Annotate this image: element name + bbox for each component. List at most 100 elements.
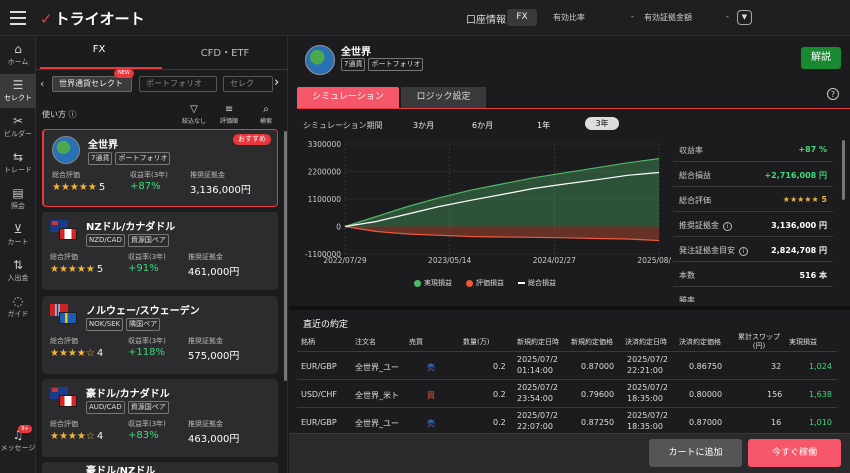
product-name: ノルウェー/スウェーデン <box>86 306 200 317</box>
star-rating: ★★★★★ 5 <box>52 182 106 193</box>
period-3y[interactable]: 3年 <box>585 117 619 130</box>
stat-row: 推奨証拠金 i 3,136,000 円 <box>673 213 833 237</box>
stat-row: 総合損益 +2,716,008 円 <box>673 163 833 187</box>
nav-transfer[interactable]: ⇅ 入出金 <box>0 258 36 283</box>
howto-link[interactable]: 使い方 ⓘ <box>42 109 77 120</box>
product-card[interactable]: ノルウェー/スウェーデン NOK/SEK 隣国ペア 総合評価 収益率(3年) 推奨… <box>42 296 278 374</box>
info-icon[interactable]: i <box>723 222 732 231</box>
legend-item: 評価損益 <box>466 278 504 288</box>
message-count-badge: 9+ <box>18 425 32 433</box>
chevron-right-icon[interactable]: › <box>274 75 279 90</box>
table-row[interactable]: EUR/GBP 全世界_ユー 売 0.2 2025/07/2 22:07:00 … <box>297 409 837 436</box>
rating-label: 総合評価 <box>52 171 80 179</box>
subtab-select[interactable]: セレク <box>223 76 273 92</box>
tab-fx[interactable]: FX <box>36 44 162 55</box>
margin-value: 463,000円 <box>188 434 240 445</box>
flag-nok-sek-icon <box>50 304 78 326</box>
account-type-badge[interactable]: FX <box>507 9 537 26</box>
margin-label: 推奨証拠金 <box>188 420 223 428</box>
product-tag: AUD/CAD <box>86 401 125 414</box>
chevron-down-icon[interactable]: ▼ <box>737 10 752 25</box>
product-card[interactable]: NZドル/カナダドル NZD/CAD 資源国ペア 総合評価 収益率(3年) 推奨証… <box>42 212 278 290</box>
y-tick-label: 1100000 <box>308 195 342 204</box>
legend-item: 総合損益 <box>518 278 556 288</box>
table-row[interactable]: USD/CHF 全世界_米ト 買 0.2 2025/07/2 23:54:00 … <box>297 381 837 408</box>
product-card[interactable]: 豪ドル/NZドル <box>42 462 278 473</box>
chevron-left-icon[interactable]: ‹ <box>40 77 44 90</box>
nav-trade[interactable]: ⇆ トレード <box>0 150 36 175</box>
recent-trades-title: 直近の約定 <box>303 320 349 330</box>
product-tag: NZD/CAD <box>86 234 125 247</box>
left-nav: ⌂ ホーム ☰ セレクト ✂ ビルダー ⇆ トレード ▤ 照会 ⊻ カート ⇅ 入出金 ◌ ガイ… <box>0 36 36 473</box>
stat-row: 収益率 +87 % <box>673 138 833 162</box>
nav-home[interactable]: ⌂ ホーム <box>0 42 36 67</box>
return-label: 収益率(3年) <box>128 337 166 345</box>
filter-icon: ▽ <box>190 104 198 115</box>
product-detail-panel: 全世界 7通貨 ポートフォリオ 解説 シミュレーション ロジック設定 ? シミュレ… <box>289 36 850 473</box>
x-tick-label: 2024/02/27 <box>533 256 576 265</box>
margin-amount-label: 有効証拠金額 <box>644 13 692 22</box>
recommend-badge: おすすめ <box>233 134 271 145</box>
subtab-world-currency-select[interactable]: 世界通貨セレクト <box>52 76 132 92</box>
scrollbar[interactable] <box>284 131 287 381</box>
period-3m[interactable]: 3か月 <box>413 120 434 131</box>
rating-label: 総合評価 <box>50 253 78 261</box>
subtab-portfolio[interactable]: ポートフォリオ <box>139 76 217 92</box>
pnl-chart: 3300000220000011000000-11000002022/07/29… <box>305 140 671 265</box>
margin-value: 3,136,000円 <box>190 185 251 196</box>
tab-cfd-etf[interactable]: CFD・ETF <box>162 44 288 59</box>
x-tick-label: 2023/05/14 <box>428 256 471 265</box>
y-tick-label: 3300000 <box>308 140 342 149</box>
star-rating: ★★★★☆ 4 <box>50 431 104 442</box>
margin-amount-value: - <box>726 12 729 21</box>
info-icon[interactable]: i <box>739 247 748 256</box>
search-icon: ⌕ <box>263 104 269 115</box>
help-icon[interactable]: ? <box>827 88 839 100</box>
nav-cart[interactable]: ⊻ カート <box>0 222 36 247</box>
search-button[interactable]: ⌕ 検索 <box>260 104 272 125</box>
product-card[interactable]: おすすめ 全世界 7通貨 ポートフォリオ 総合評価 収益率(3年) 推奨証拠金 ★… <box>42 129 278 207</box>
account-info-label: 口座情報 <box>466 15 506 26</box>
start-now-button[interactable]: 今すぐ稼働 <box>748 439 841 467</box>
product-name: NZドル/カナダドル <box>86 222 176 233</box>
table-row[interactable]: EUR/GBP 全世界_ユー 売 0.2 2025/07/2 01:14:00 … <box>297 353 837 380</box>
logo[interactable]: ✓ トライオート <box>40 8 145 29</box>
nav-select[interactable]: ☰ セレクト <box>0 74 36 108</box>
return-value: +87% <box>130 181 161 192</box>
hamburger-menu-icon[interactable] <box>10 11 26 25</box>
add-to-cart-button[interactable]: カートに追加 <box>649 439 742 467</box>
margin-value: 575,000円 <box>188 351 240 362</box>
top-bar: ✓ トライオート 口座情報 FX 有効比率 - 有効証拠金額 - ▼ <box>0 0 850 36</box>
return-value: +91% <box>128 263 159 274</box>
scrollbar[interactable] <box>842 140 845 200</box>
y-tick-label: 0 <box>336 223 341 232</box>
period-6m[interactable]: 6か月 <box>472 120 493 131</box>
product-name: 全世界 <box>88 140 118 151</box>
stat-row: 総合評価 ★★★★★ 5 <box>673 188 833 212</box>
legend-item: 実現損益 <box>414 278 452 288</box>
home-icon: ⌂ <box>14 42 22 56</box>
nav-guide[interactable]: ◌ ガイド <box>0 294 36 319</box>
return-value: +83% <box>128 430 159 441</box>
rating-label: 総合評価 <box>50 420 78 428</box>
product-tag: ポートフォリオ <box>115 152 171 165</box>
product-tag: NOK/SEK <box>86 318 124 331</box>
period-1y[interactable]: 1年 <box>537 120 550 131</box>
product-card[interactable]: 豪ドル/カナダドル AUD/CAD 資源国ペア 総合評価 収益率(3年) 推奨証拠… <box>42 379 278 457</box>
return-label: 収益率(3年) <box>130 171 168 179</box>
page-title: 全世界 <box>341 47 371 58</box>
return-label: 収益率(3年) <box>128 253 166 261</box>
tab-simulation[interactable]: シミュレーション <box>297 87 399 108</box>
margin-label: 推奨証拠金 <box>190 171 225 179</box>
x-tick-label: 2022/07/29 <box>323 256 366 265</box>
sort-button[interactable]: ≡ 評価順 <box>220 104 238 125</box>
explain-button[interactable]: 解説 <box>801 47 841 69</box>
margin-label: 推奨証拠金 <box>188 337 223 345</box>
filter-button[interactable]: ▽ 絞込なし <box>182 104 206 125</box>
nav-builder[interactable]: ✂ ビルダー <box>0 114 36 139</box>
product-tag: 資源国ペア <box>127 401 169 414</box>
tab-logic-settings[interactable]: ロジック設定 <box>401 87 486 108</box>
guide-icon: ◌ <box>12 294 24 308</box>
margin-ratio-value: - <box>631 12 634 21</box>
nav-inquiry[interactable]: ▤ 照会 <box>0 186 36 211</box>
